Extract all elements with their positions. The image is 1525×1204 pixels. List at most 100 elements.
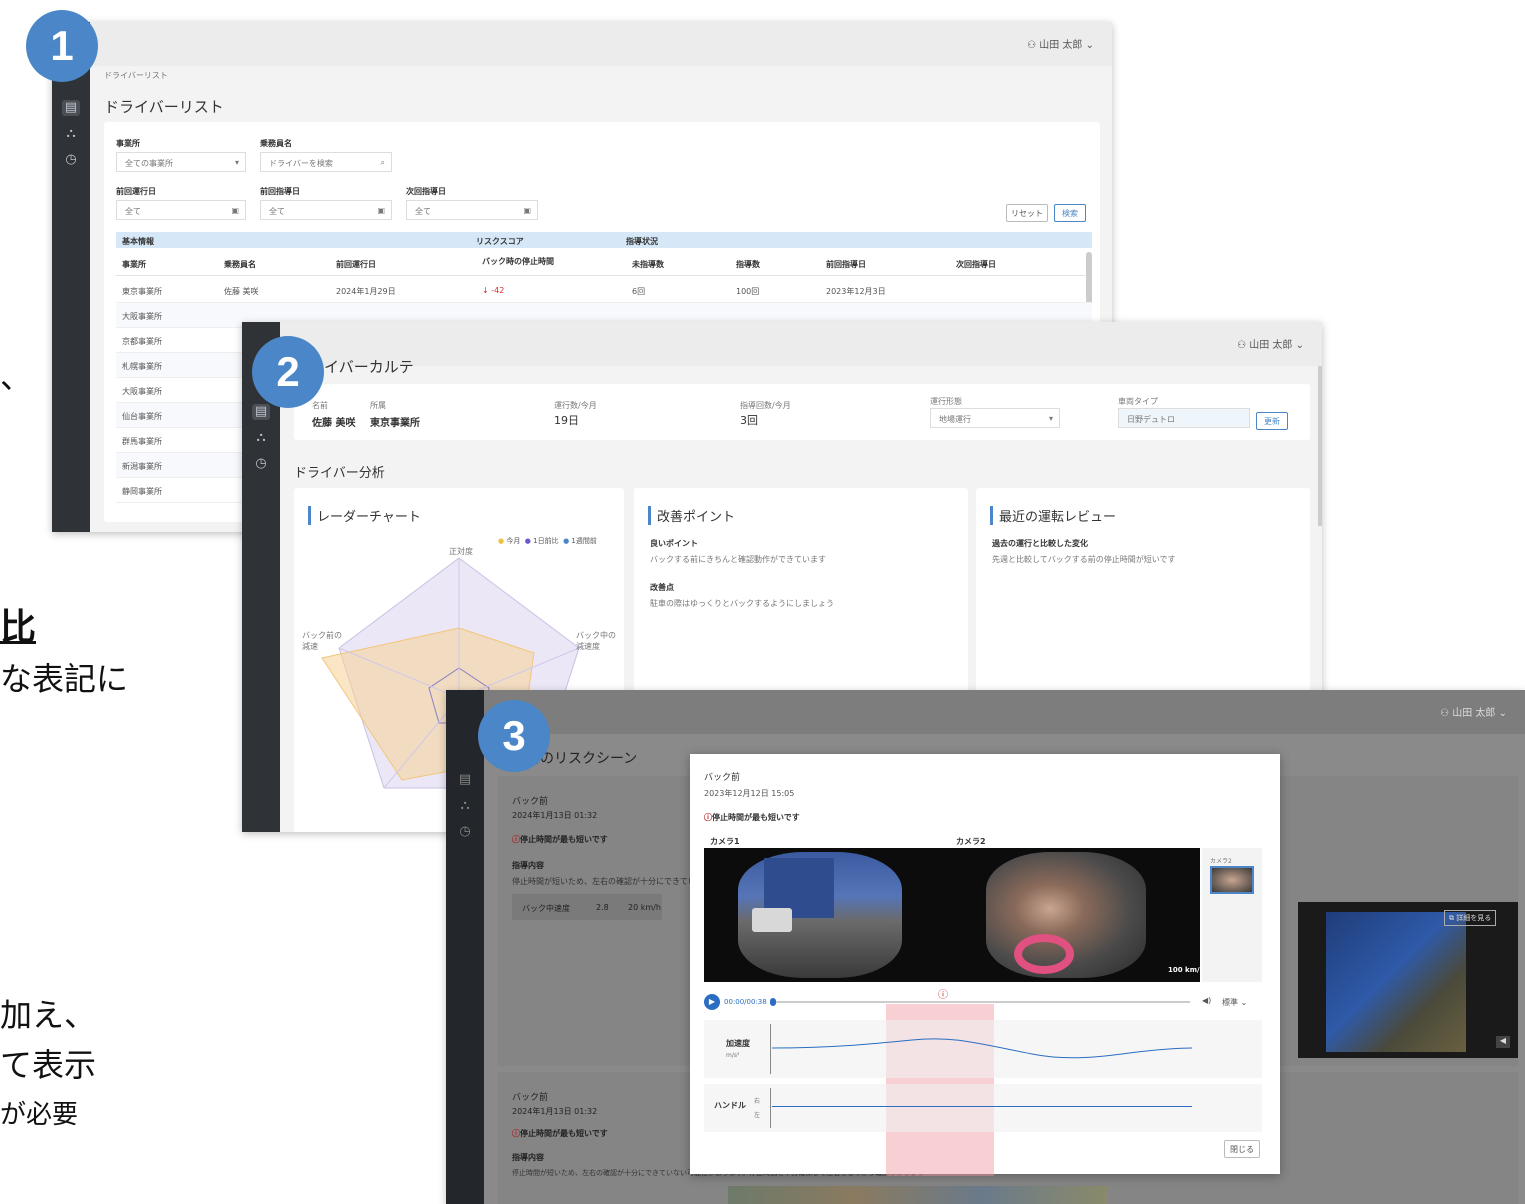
scene-thumbnails [728,1186,1108,1204]
guide-label: 指導内容 [512,1153,544,1162]
user-menu[interactable]: ⚇ 山田 太郎 ⌄ [1440,704,1507,719]
warning-icon: ⓘ [704,813,712,822]
scene-date: 2024年1月13日 01:32 [512,811,598,820]
risk-marker-icon: ⓘ [938,990,948,1001]
col-next-guide[interactable]: 次回指導日 [956,259,996,270]
chart-icon[interactable]: ⛬ [252,430,270,446]
play-button[interactable]: ▶ [704,994,720,1010]
camera1-car [752,908,792,932]
legend-item: 今月 [506,537,521,545]
cell-office: 札幌事業所 [122,362,162,371]
chart-icon[interactable]: ⛬ [456,798,474,814]
date3-input[interactable]: 全て ▣ [406,200,538,220]
camera2-wheel [1014,934,1074,974]
legend-dot-icon: ● [563,537,570,545]
list-icon[interactable]: ▤ [62,100,80,116]
accel-unit: m/s² [726,1052,740,1059]
user-menu[interactable]: ⚇ 山田 太郎 ⌄ [1237,336,1304,351]
topbar: ⚇ 山田 太郎 ⌄ [90,22,1112,66]
slide-text-line4: て表示 [0,1046,97,1084]
review-text: 先週と比較してバックする前の停止時間が短いです [992,555,1176,564]
camera2-thumbnail[interactable] [1210,866,1254,894]
sidebar: ▤ ⛬ ◷ [446,690,484,1204]
list-icon[interactable]: ▤ [456,772,474,788]
reset-button[interactable]: リセット [1006,204,1048,222]
select-label: 運行形態 [930,397,962,406]
guide-label: 指導内容 [512,861,544,870]
legend-item: 1週間前 [571,537,597,545]
date1-input[interactable]: 全て ▣ [116,200,246,220]
seek-handle[interactable] [770,998,776,1006]
radar-label-right: バック中の 減速度 [576,631,616,651]
chart-accel: 加速度 m/s² [704,1020,1262,1078]
clock-icon[interactable]: ◷ [62,152,80,168]
list-icon[interactable]: ▤ [252,404,270,420]
search-button[interactable]: 検索 [1054,204,1086,222]
improve-title: 改善ポイント [648,506,735,525]
group-header-basic: 基本情報 [122,237,154,246]
clock-icon[interactable]: ◷ [456,824,474,840]
cell-office: 大阪事業所 [122,387,162,396]
scene-label: バック前 [512,1093,549,1103]
search-icon: ⌕ [380,158,385,167]
volume-icon[interactable]: ◀) [1202,996,1211,1005]
date2-label: 前回指導日 [260,187,300,196]
slide-text-comma: 、 [0,358,33,396]
col-back-stop[interactable]: バック時の停止時間 [482,256,554,267]
close-button[interactable]: 閉じる [1224,1140,1260,1158]
calendar-icon: ▣ [377,206,385,215]
step-badge-3: 3 [478,700,550,772]
video-player[interactable]: 100 km/h [704,848,1200,982]
user-name: 山田 太郎 [1039,40,1083,51]
volume-icon[interactable]: ◀ [1496,1036,1510,1048]
scrollbar[interactable] [1318,366,1322,526]
user-menu[interactable]: ⚇ 山田 太郎 ⌄ [1027,36,1094,51]
table-row[interactable]: 東京事業所 佐藤 美咲 2024年1月29日 ↓ -42 6回 100回 2023年12月3… [116,278,1092,303]
scene-video[interactable]: ⧉ 詳細を見る ◀ [1298,902,1518,1058]
seek-bar[interactable] [770,1001,1190,1003]
speed-select[interactable]: 標準 ⌄ [1222,997,1247,1008]
cell-count: 100回 [736,287,760,296]
col-last-run[interactable]: 前回運行日 [336,259,376,270]
topbar: ⚇ 山田 太郎 ⌄ [484,690,1525,734]
handle-line [772,1106,1192,1107]
radar-legend: ● 今月 ● 1日前比 ● 1週間前 [498,536,597,546]
name-search-input[interactable]: ドライバーを検索 ⌕ [260,152,392,172]
accel-line [772,1038,1192,1059]
good-text: バックする前にきちんと確認動作ができています [650,555,826,564]
guide-value: 3回 [740,414,758,427]
col-name[interactable]: 乗務員名 [224,259,256,270]
chevron-down-icon: ▾ [1048,414,1053,423]
col-office[interactable]: 事業所 [122,259,146,270]
bad-text: 駐車の際はゆっくりとバックするようにしましょう [650,599,834,608]
radar-label-left: バック前の 減速 [302,631,342,651]
camera2-label: カメラ2 [956,837,986,846]
detail-button[interactable]: ⧉ 詳細を見る [1444,910,1497,926]
breadcrumb[interactable]: ドライバーリスト [104,70,168,81]
slide-heading: 比 [0,607,37,648]
scene-warning: ⓘ停止時間が最も短いです [512,835,608,844]
time-display: 00:00/00:38 [724,998,767,1006]
col-last-guide[interactable]: 前回指導日 [826,259,866,270]
group-header-guide: 指導状況 [626,237,658,246]
name-label: 名前 [312,401,328,410]
tag-label: バック中速度 [522,904,570,913]
col-pending[interactable]: 未指導数 [632,259,664,270]
topbar: ⚇ 山田 太郎 ⌄ [280,322,1322,366]
speed-tag: バック中速度 2.8 20 km/h [512,894,662,920]
accel-label: 加速度 [726,1039,750,1048]
guide-text: 停止時間が短いため、左右の確認が十分にできていない可 [512,877,720,886]
update-button[interactable]: 更新 [1256,412,1288,430]
office-select[interactable]: 全ての事業所 ▾ [116,152,246,172]
handle-left: 左 [754,1112,761,1119]
chart-icon[interactable]: ⛬ [62,126,80,142]
col-count[interactable]: 指導数 [736,259,760,270]
modal-warning: ⓘ停止時間が最も短いです [704,813,800,822]
user-icon: ⚇ [1237,340,1250,351]
clock-icon[interactable]: ◷ [252,456,270,472]
vehicle-input[interactable]: 日野デュトロ [1118,408,1250,428]
review-label: 過去の運行と比較した変化 [992,539,1088,548]
operation-select[interactable]: 地場運行 ▾ [930,408,1060,428]
date2-input[interactable]: 全て ▣ [260,200,392,220]
group-header-risk: リスクスコア [476,237,524,246]
